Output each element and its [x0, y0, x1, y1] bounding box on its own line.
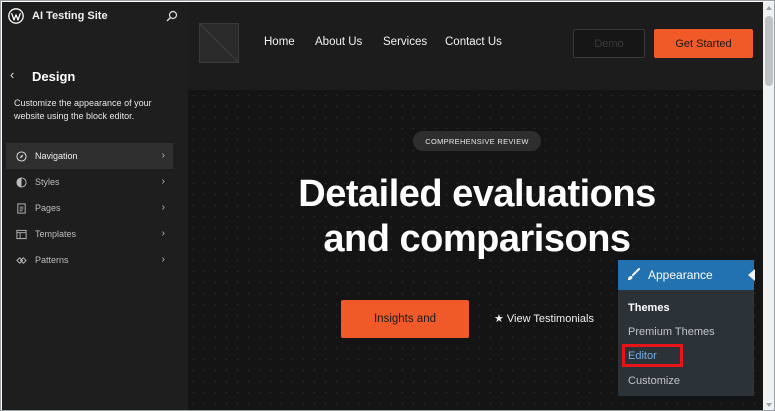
headline-line-1: Detailed evaluations [298, 173, 656, 215]
hero-headline: Detailed evaluations and comparisons [258, 172, 696, 262]
menu-pointer-icon [748, 269, 755, 281]
wordpress-logo-icon[interactable] [8, 8, 24, 24]
hero-badge: COMPREHENSIVE REVIEW [413, 131, 541, 151]
appearance-flyout-menu: Appearance Themes Premium Themes Editor … [618, 260, 755, 396]
sidebar-title: Design [32, 69, 76, 84]
sidebar-item-patterns[interactable]: Patterns › [6, 247, 173, 273]
sidebar-item-label: Patterns [35, 255, 69, 265]
headline-line-2: and comparisons [323, 218, 631, 260]
appearance-menu-header[interactable]: Appearance [618, 260, 755, 290]
sidebar-item-label: Pages [35, 203, 61, 213]
sidebar-item-label: Styles [35, 177, 60, 187]
menu-item-themes[interactable]: Themes [628, 302, 670, 314]
demo-button[interactable]: Demo [573, 29, 645, 58]
compass-icon [16, 150, 27, 162]
sidebar-item-label: Templates [35, 229, 77, 239]
get-started-button[interactable]: Get Started [654, 29, 753, 58]
sidebar-item-styles[interactable]: Styles › [6, 169, 173, 195]
scroll-up-arrow-icon[interactable] [766, 6, 772, 10]
scrollbar-thumb[interactable] [765, 16, 773, 86]
nav-home[interactable]: Home [264, 36, 295, 48]
design-menu: Navigation › Styles › Pages › Templates … [6, 143, 173, 273]
nav-about-us[interactable]: About Us [315, 36, 362, 48]
menu-item-customize[interactable]: Customize [628, 375, 680, 387]
chevron-right-icon: › [161, 202, 165, 213]
half-circle-icon [16, 176, 27, 188]
site-header: Home About Us Services Contact Us Demo G… [188, 2, 763, 90]
sidebar-description: Customize the appearance of your website… [14, 98, 152, 121]
chevron-right-icon: › [161, 254, 165, 265]
sidebar-item-pages[interactable]: Pages › [6, 195, 173, 221]
chevron-right-icon: › [161, 228, 165, 239]
editor-highlight-box [622, 344, 683, 367]
menu-item-premium-themes[interactable]: Premium Themes [628, 326, 715, 338]
design-sidebar: AI Testing Site ‹ Design Customize the a… [2, 2, 188, 410]
nav-services[interactable]: Services [383, 36, 427, 48]
chevron-right-icon: › [161, 150, 165, 161]
appearance-menu-title: Appearance [648, 268, 713, 282]
scroll-down-arrow-icon[interactable] [766, 403, 772, 407]
sidebar-item-templates[interactable]: Templates › [6, 221, 173, 247]
nav-contact-us[interactable]: Contact Us [445, 36, 502, 48]
site-logo-placeholder[interactable] [199, 23, 239, 63]
diamond-icon [16, 256, 27, 264]
sidebar-item-navigation[interactable]: Navigation › [6, 143, 173, 169]
back-chevron-icon[interactable]: ‹ [10, 68, 20, 82]
view-testimonials-link[interactable]: ★ View Testimonials [494, 312, 594, 325]
vertical-scrollbar[interactable] [763, 2, 774, 410]
layout-icon [16, 229, 27, 239]
placeholder-slash-icon [200, 24, 238, 62]
chevron-right-icon: › [161, 176, 165, 187]
paintbrush-icon [628, 268, 640, 281]
browser-frame: AI Testing Site ‹ Design Customize the a… [0, 0, 775, 411]
site-bar: AI Testing Site [2, 2, 188, 32]
page-icon [17, 202, 26, 214]
insights-button[interactable]: Insights and [341, 300, 469, 338]
sidebar-item-label: Navigation [35, 151, 78, 161]
site-name[interactable]: AI Testing Site [32, 10, 108, 22]
search-icon[interactable] [166, 10, 178, 22]
